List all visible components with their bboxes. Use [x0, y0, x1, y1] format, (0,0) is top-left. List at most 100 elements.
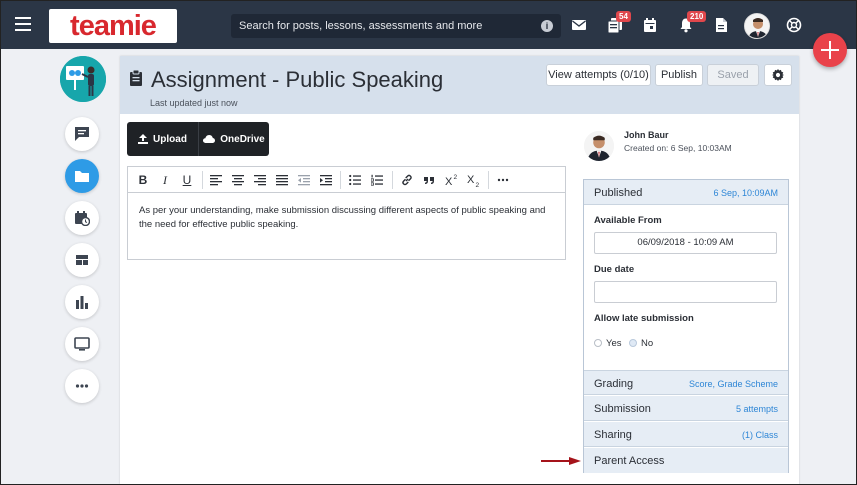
bold-button[interactable]: B: [136, 172, 150, 188]
publish-button[interactable]: Publish: [655, 64, 703, 86]
sharing-value: (1) Class: [741, 430, 778, 440]
menu-icon[interactable]: [15, 17, 31, 31]
search-input[interactable]: Search for posts, lessons, assessments a…: [231, 14, 561, 38]
info-icon[interactable]: i: [541, 20, 553, 32]
mail-icon[interactable]: [571, 17, 587, 33]
settings-button[interactable]: [764, 64, 792, 86]
svg-text:2: 2: [454, 174, 458, 181]
sidebar-item-discussions[interactable]: [65, 117, 99, 151]
more-icon: [75, 384, 89, 388]
help-icon[interactable]: [786, 17, 802, 33]
discussions-icon: [75, 127, 89, 141]
outdent-icon[interactable]: [298, 174, 310, 186]
top-bar: teamie Search for posts, lessons, assess…: [1, 1, 856, 49]
cloud-icon: [203, 135, 216, 143]
published-label: Published: [594, 187, 643, 199]
published-row[interactable]: Published 6 Sep, 10:09AM: [584, 180, 788, 205]
late-yes-label: Yes: [606, 338, 622, 349]
parent-access-label: Parent Access: [594, 455, 665, 467]
dashboard-icon: [76, 255, 88, 265]
parent-access-row[interactable]: Parent Access: [584, 448, 788, 473]
search-placeholder: Search for posts, lessons, assessments a…: [239, 20, 483, 32]
course-avatar[interactable]: [60, 56, 106, 102]
submission-row[interactable]: Submission 5 attempts: [584, 396, 788, 421]
grading-row[interactable]: Grading Score, Grade Scheme: [584, 370, 788, 395]
link-icon[interactable]: [401, 174, 413, 186]
documents-icon[interactable]: [713, 17, 729, 33]
svg-text:2: 2: [476, 182, 480, 187]
bullet-list-icon[interactable]: [349, 174, 361, 186]
align-left-icon[interactable]: [210, 174, 222, 186]
superscript-icon[interactable]: X 2: [445, 173, 459, 187]
svg-text:X: X: [445, 176, 453, 187]
submission-label: Submission: [594, 403, 651, 415]
available-from-input[interactable]: 06/09/2018 - 10:09 AM: [594, 232, 777, 254]
toolbar-divider: [488, 171, 489, 189]
view-attempts-button[interactable]: View attempts (0/10): [546, 64, 651, 86]
sidebar-item-more[interactable]: [65, 369, 99, 403]
app-window: teamie Search for posts, lessons, assess…: [0, 0, 857, 485]
assignment-header: Assignment - Public Speaking Last update…: [120, 56, 799, 114]
presenter-icon: [60, 56, 106, 102]
sidebar-item-schedule[interactable]: [65, 201, 99, 235]
folder-icon: [75, 171, 89, 182]
editor-toolbar: B I U X 2 X 2: [128, 167, 565, 193]
toolbar-divider: [392, 171, 393, 189]
blockquote-icon[interactable]: [423, 174, 435, 186]
add-button[interactable]: [813, 33, 847, 67]
sharing-label: Sharing: [594, 429, 632, 441]
grading-label: Grading: [594, 378, 634, 390]
late-yes-radio[interactable]: Yes: [594, 338, 622, 349]
avatar[interactable]: [744, 13, 770, 39]
align-right-icon[interactable]: [254, 174, 266, 186]
right-gutter: [806, 49, 856, 484]
annotation-arrow-icon: [541, 457, 581, 465]
upload-icon: [138, 134, 149, 144]
more-tools-icon[interactable]: [497, 174, 509, 186]
submission-value: 5 attempts: [735, 404, 778, 414]
rich-text-editor: B I U X 2 X 2 As per your understanding,…: [127, 166, 566, 260]
indent-icon[interactable]: [320, 174, 332, 186]
toolbar-divider: [202, 171, 203, 189]
saved-button: Saved: [707, 64, 759, 86]
subscript-icon[interactable]: X 2: [467, 173, 481, 187]
logo-text: teamie: [70, 9, 157, 42]
italic-button[interactable]: I: [158, 172, 172, 188]
due-date-label: Due date: [594, 264, 635, 275]
onedrive-button[interactable]: OneDrive: [198, 122, 269, 156]
upload-label: Upload: [153, 133, 187, 145]
gear-icon: [772, 69, 784, 81]
due-date-input[interactable]: [594, 281, 777, 303]
calendar-icon[interactable]: [642, 17, 658, 33]
updates-badge: 54: [616, 11, 631, 22]
calendar-clock-icon: [75, 211, 90, 226]
sidebar-item-materials[interactable]: [65, 159, 99, 193]
sharing-row[interactable]: Sharing (1) Class: [584, 422, 788, 447]
available-from-label: Available From: [594, 215, 662, 226]
underline-button[interactable]: U: [180, 172, 194, 188]
align-justify-icon[interactable]: [276, 174, 288, 186]
onedrive-label: OneDrive: [220, 133, 265, 145]
page-title: Assignment - Public Speaking: [151, 67, 444, 92]
sidebar-item-dashboard[interactable]: [65, 243, 99, 277]
clipboard-icon: [130, 70, 142, 86]
editor-content[interactable]: As per your understanding, make submissi…: [139, 204, 559, 231]
teamie-logo[interactable]: teamie: [49, 9, 177, 43]
sidebar-item-present[interactable]: [65, 327, 99, 361]
svg-text:X: X: [467, 174, 475, 186]
created-date: Created on: 6 Sep, 10:03AM: [624, 143, 732, 153]
late-no-label: No: [641, 338, 654, 349]
notifications-badge: 210: [687, 11, 707, 22]
author-name: John Baur: [624, 130, 669, 140]
late-no-radio[interactable]: No: [629, 338, 653, 349]
upload-button[interactable]: Upload: [127, 122, 198, 156]
analytics-icon: [76, 296, 88, 309]
numbered-list-icon[interactable]: [371, 174, 383, 186]
align-center-icon[interactable]: [232, 174, 244, 186]
sidebar-item-analytics[interactable]: [65, 285, 99, 319]
author-avatar: [584, 131, 614, 161]
last-updated: Last updated just now: [150, 98, 238, 108]
assignment-settings-panel: Published 6 Sep, 10:09AM Available From …: [583, 179, 789, 473]
published-date: 6 Sep, 10:09AM: [713, 188, 778, 198]
late-submission-label: Allow late submission: [594, 313, 694, 324]
